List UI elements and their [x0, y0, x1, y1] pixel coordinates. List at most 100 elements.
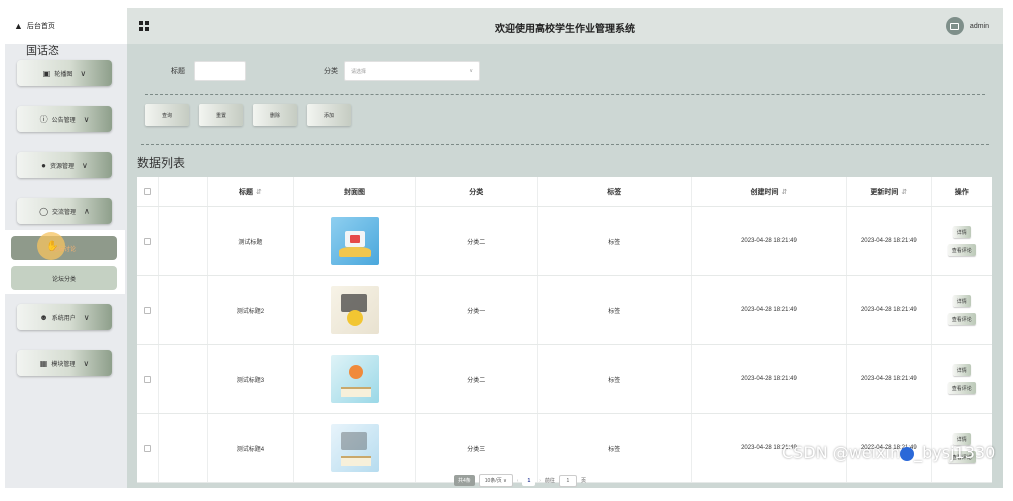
row-actions: 详情 查看评论	[932, 276, 992, 344]
title-filter-label: 标题	[171, 68, 185, 75]
row-category: 分类一	[416, 276, 538, 344]
table-row: 测试标题 分类二 标签 2023-04-28 18:21:49 2023-04-…	[137, 207, 992, 276]
row-spacer	[159, 207, 208, 275]
row-cover	[294, 207, 416, 275]
header-label: 操作	[954, 188, 969, 196]
user-menu[interactable]: admin	[945, 17, 989, 35]
username: admin	[969, 22, 989, 30]
chevron-down-icon: ∨	[83, 114, 90, 124]
category-placeholder: 请选择	[351, 68, 367, 75]
header-title[interactable]: 标题 ⇵	[208, 177, 295, 206]
table-row: 测试标题3 分类二 标签 2023-04-28 18:21:49 2023-04…	[137, 345, 992, 414]
image-icon	[950, 22, 960, 30]
location-pin-icon: ●	[41, 160, 46, 170]
row-spacer	[159, 276, 208, 344]
row-title: 测试标题4	[208, 414, 295, 482]
sidebar-item-announcements[interactable]: ⓘ 公告管理 ∨	[17, 106, 112, 132]
sidebar-item-label: 交流管理	[52, 209, 77, 216]
title-input[interactable]	[194, 61, 246, 81]
pagination-total: 共4条	[454, 475, 475, 486]
row-checkbox[interactable]	[144, 375, 152, 383]
submenu-forum-discussion[interactable]: 论坛讨论 ✋	[11, 232, 117, 260]
reset-button[interactable]: 重置	[199, 104, 243, 126]
detail-button[interactable]: 详情	[952, 226, 971, 238]
sort-icon: ⇵	[901, 188, 908, 196]
header-updated[interactable]: 更新时间 ⇵	[847, 177, 932, 206]
row-checkbox-cell	[137, 345, 160, 413]
sidebar-item-system-users[interactable]: ☻ 系统用户 ∨	[17, 304, 112, 330]
header-tag: 标签	[538, 177, 692, 206]
next-page-icon[interactable]: ›	[539, 478, 541, 484]
view-comments-button[interactable]: 查看评论	[947, 313, 976, 325]
row-updated: 2023-04-28 18:21:49	[847, 207, 932, 275]
chevron-down-icon: ∨	[80, 68, 87, 78]
row-updated: 2023-04-28 18:21:49	[847, 276, 932, 344]
row-tag: 标签	[538, 276, 692, 344]
select-all-checkbox[interactable]	[144, 188, 152, 195]
row-spacer	[159, 414, 208, 482]
row-checkbox[interactable]	[144, 306, 152, 314]
sidebar-item-label: 资源管理	[49, 163, 74, 170]
list-title: 数据列表	[137, 156, 186, 170]
topbar: 欢迎使用高校学生作业管理系统 admin	[127, 8, 1003, 44]
view-comments-button[interactable]: 查看评论	[947, 244, 976, 256]
page-number[interactable]: 1	[522, 475, 536, 486]
row-cover	[294, 276, 416, 344]
submenu-forum-category[interactable]: 论坛分类	[11, 266, 117, 290]
row-category: 分类三	[416, 414, 538, 482]
row-updated: 2023-04-28 18:21:49	[847, 345, 932, 413]
sidebar-home[interactable]: ▲ 后台首页	[5, 8, 127, 44]
row-checkbox[interactable]	[144, 444, 152, 452]
detail-button[interactable]: 详情	[952, 364, 971, 376]
category-filter-label: 分类	[324, 68, 338, 75]
row-title: 测试标题3	[208, 345, 295, 413]
sort-icon: ⇵	[781, 188, 788, 196]
view-comments-button[interactable]: 查看评论	[947, 382, 976, 394]
add-button[interactable]: 添加	[307, 104, 351, 126]
chevron-down-icon: ∨	[83, 358, 90, 368]
header-label: 分类	[469, 188, 484, 196]
row-actions: 详情 查看评论	[932, 345, 992, 413]
sidebar-item-label: 公告管理	[51, 117, 76, 124]
header-cover: 封面图	[294, 177, 416, 206]
watermark-suffix: bysj1330	[922, 443, 996, 462]
info-icon: ⓘ	[39, 114, 48, 124]
row-checkbox-cell	[137, 276, 160, 344]
page-size-select[interactable]: 10条/页 ∨	[478, 474, 513, 487]
divider	[145, 94, 985, 95]
sidebar-item-communication[interactable]: ◯ 交流管理 ∨	[17, 198, 112, 224]
header-created[interactable]: 创建时间 ⇵	[692, 177, 848, 206]
watermark-prefix: CSDN @weixin	[782, 443, 901, 462]
row-cover	[294, 345, 416, 413]
watermark-logo-icon	[900, 446, 915, 461]
goto-page-input[interactable]: 1	[558, 474, 577, 487]
detail-button[interactable]: 详情	[952, 295, 971, 307]
header-label: 更新时间	[870, 188, 899, 196]
pagination: 共4条 10条/页 ∨ ‹ 1 › 前往 1 页	[454, 474, 590, 487]
category-select[interactable]: 请选择 ∨	[344, 61, 480, 81]
chevron-down-icon: ∨	[469, 68, 473, 74]
header-label: 封面图	[344, 188, 366, 196]
chat-icon: ◯	[39, 206, 49, 216]
cover-image	[330, 217, 379, 265]
action-buttons: 查询 重置 删除 添加	[145, 104, 361, 126]
header-label: 标签	[607, 188, 622, 196]
query-button[interactable]: 查询	[145, 104, 189, 126]
delete-button[interactable]: 删除	[253, 104, 297, 126]
header-category: 分类	[416, 177, 538, 206]
row-checkbox[interactable]	[144, 237, 152, 245]
row-category: 分类二	[416, 207, 538, 275]
sort-icon: ⇵	[256, 188, 262, 196]
chevron-up-icon: ∨	[84, 206, 90, 216]
goto-label: 前往	[544, 478, 555, 484]
sidebar-item-modules[interactable]: ▦ 模块管理 ∨	[17, 350, 112, 376]
row-title: 测试标题	[208, 207, 295, 275]
sidebar-item-carousel[interactable]: ▣ 轮播图 ∨	[17, 60, 112, 86]
cover-image	[330, 286, 379, 334]
sidebar-item-label: 系统用户	[51, 315, 76, 322]
sidebar-menu: 国话恣 ▣ 轮播图 ∨ ⓘ 公告管理 ∨ ● 资源管理 ∨ ◯ 交流管理 ∨ 论…	[5, 44, 127, 376]
submenu-label: 论坛分类	[51, 276, 76, 283]
sidebar-item-resources[interactable]: ● 资源管理 ∨	[17, 152, 112, 178]
row-actions: 详情 查看评论	[932, 207, 992, 275]
prev-page-icon[interactable]: ‹	[517, 478, 519, 484]
